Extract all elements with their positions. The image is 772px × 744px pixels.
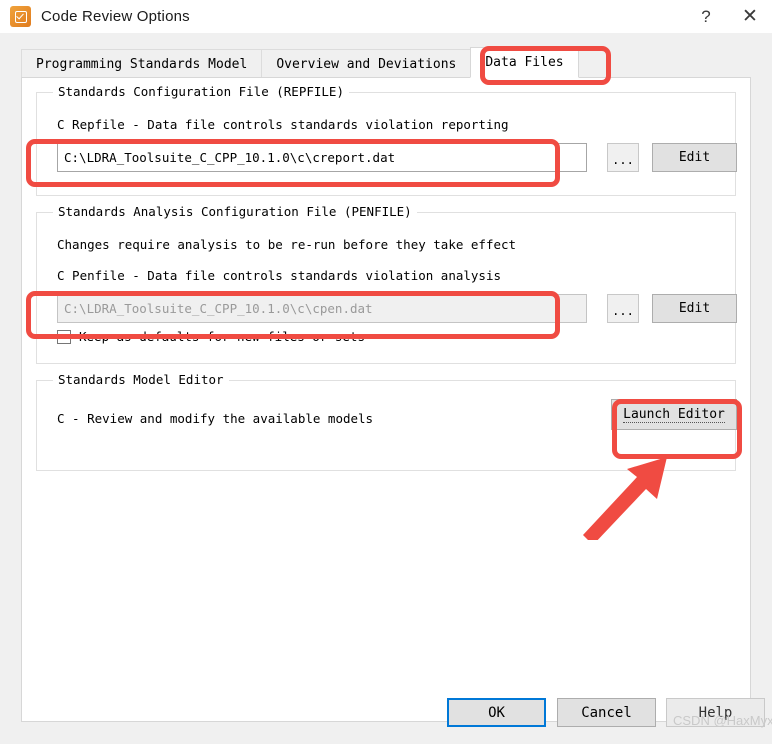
help-button[interactable]: Help bbox=[666, 698, 765, 727]
checkbox-orange-icon bbox=[14, 10, 27, 23]
window-controls: ? ✕ bbox=[684, 0, 772, 33]
group-standards-analysis-configuration-file: Standards Analysis Configuration File (P… bbox=[36, 204, 737, 364]
group-standards-configuration-file: Standards Configuration File (REPFILE) C… bbox=[36, 84, 737, 196]
window-title: Code Review Options bbox=[41, 8, 190, 25]
cancel-label: Cancel bbox=[581, 704, 632, 721]
group-legend-repfile: Standards Configuration File (REPFILE) bbox=[53, 84, 349, 99]
group-legend-model-editor: Standards Model Editor bbox=[53, 372, 229, 387]
tab-panel-data-files: Standards Configuration File (REPFILE) C… bbox=[21, 77, 751, 722]
title-bar: Code Review Options ? ✕ bbox=[0, 0, 772, 33]
tab-data-files[interactable]: Data Files bbox=[470, 47, 579, 78]
penfile-edit-label: Edit bbox=[678, 301, 711, 316]
penfile-browse-button[interactable]: ... bbox=[607, 294, 639, 323]
repfile-description: C Repfile - Data file controls standards… bbox=[57, 117, 509, 132]
model-editor-description: C - Review and modify the available mode… bbox=[57, 411, 374, 426]
help-label: Help bbox=[698, 704, 733, 721]
repfile-browse-label: ... bbox=[612, 153, 634, 167]
repfile-browse-button[interactable]: ... bbox=[607, 143, 639, 172]
penfile-path-input[interactable]: C:\LDRA_Toolsuite_C_CPP_10.1.0\c\cpen.da… bbox=[57, 294, 587, 323]
penfile-note: Changes require analysis to be re-run be… bbox=[57, 237, 517, 252]
cancel-button[interactable]: Cancel bbox=[557, 698, 656, 727]
repfile-edit-label: Edit bbox=[678, 150, 711, 165]
repfile-edit-button[interactable]: Edit bbox=[652, 143, 737, 172]
dialog-body: Programming Standards Model Overview and… bbox=[0, 33, 772, 744]
help-icon[interactable]: ? bbox=[684, 0, 728, 33]
penfile-description: C Penfile - Data file controls standards… bbox=[57, 268, 502, 283]
tab-strip: Programming Standards Model Overview and… bbox=[21, 47, 751, 78]
ok-button[interactable]: OK bbox=[447, 698, 546, 727]
tab-programming-standards-model[interactable]: Programming Standards Model bbox=[21, 49, 263, 78]
penfile-edit-button[interactable]: Edit bbox=[652, 294, 737, 323]
launch-editor-label: Launch Editor bbox=[623, 406, 725, 423]
repfile-path-input[interactable]: C:\LDRA_Toolsuite_C_CPP_10.1.0\c\creport… bbox=[57, 143, 587, 172]
close-icon[interactable]: ✕ bbox=[728, 0, 772, 33]
keep-as-defaults-checkbox[interactable] bbox=[57, 329, 71, 344]
group-standards-model-editor: Standards Model Editor C - Review and mo… bbox=[36, 372, 737, 471]
app-icon bbox=[10, 6, 31, 27]
keep-as-defaults-label: Keep as defaults for new files or sets bbox=[79, 329, 365, 344]
launch-editor-button[interactable]: Launch Editor bbox=[611, 399, 737, 430]
group-legend-penfile: Standards Analysis Configuration File (P… bbox=[53, 204, 417, 219]
keep-as-defaults-checkbox-row[interactable]: Keep as defaults for new files or sets bbox=[57, 329, 365, 344]
ok-label: OK bbox=[488, 704, 505, 721]
penfile-browse-label: ... bbox=[612, 304, 634, 318]
tab-overview-and-deviations[interactable]: Overview and Deviations bbox=[261, 49, 472, 78]
